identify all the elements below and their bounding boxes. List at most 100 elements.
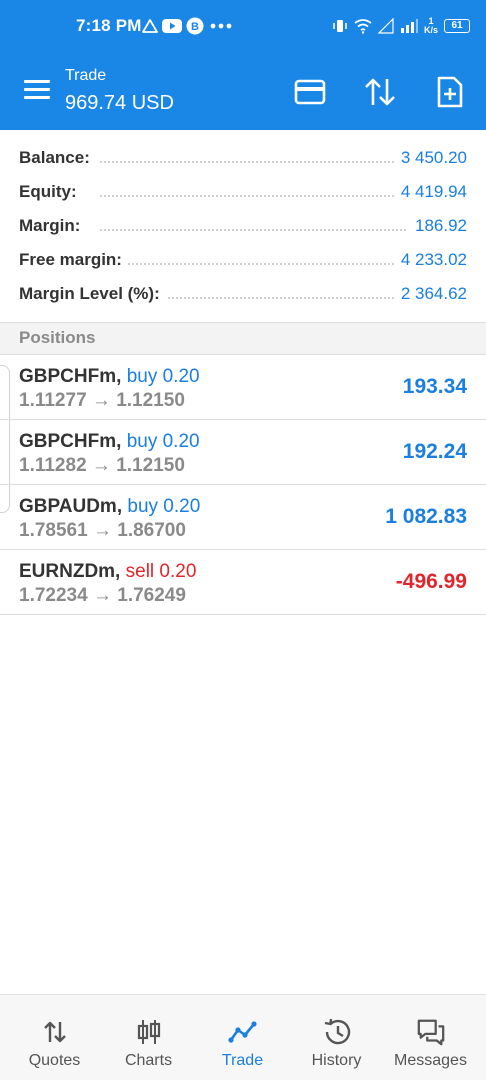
position-side: buy 0.20 (126, 431, 200, 452)
summary-row-margin-level: Margin Level (%): 2 364.62 (0, 276, 486, 310)
app-toolbar: Trade 969.74 USD (0, 52, 486, 130)
open-price: 1.72234 (19, 585, 88, 606)
current-price: 1.86700 (117, 520, 186, 541)
nav-messages-icon-wrap (416, 1017, 446, 1047)
nav-trade-icon-wrap (227, 1017, 258, 1047)
status-time: 7:18 PM (76, 16, 142, 35)
youtube-icon (162, 19, 182, 33)
position-side: buy 0.20 (127, 496, 201, 517)
position-profit: 192.24 (402, 440, 467, 463)
nav-history[interactable]: History (288, 995, 385, 1080)
dotted-leader (100, 161, 406, 163)
position-title: GBPCHFm, buy 0.20 (19, 431, 200, 453)
positions-title: Positions (19, 328, 96, 347)
account-balance-display: 969.74 USD (65, 92, 174, 114)
summary-label: Margin Level (%): (19, 284, 166, 304)
warning-triangle-icon (142, 19, 158, 33)
position-profit: 193.34 (402, 375, 467, 398)
current-price: 1.76249 (117, 585, 186, 606)
position-symbol: EURNZDm, (19, 561, 121, 582)
position-side: sell 0.20 (125, 561, 197, 582)
position-prices: 1.11277 → 1.12150 (19, 390, 185, 412)
summary-value: 4 233.02 (394, 250, 467, 270)
position-prices: 1.72234 → 1.76249 (19, 585, 186, 607)
price-arrow-icon: → (92, 520, 112, 541)
sort-button[interactable] (362, 74, 398, 110)
signal-bars-icon (400, 19, 418, 33)
position-row[interactable]: EURNZDm, sell 0.20 1.72234 → 1.76249 -49… (0, 550, 486, 615)
nav-label: Messages (394, 1052, 467, 1069)
open-price: 1.11282 (19, 455, 87, 476)
menu-icon-bar (24, 96, 50, 99)
vibrate-icon (333, 20, 347, 32)
position-title: GBPCHFm, buy 0.20 (19, 366, 200, 388)
position-profit: 1 082.83 (385, 505, 467, 528)
position-profit: -496.99 (395, 570, 467, 593)
notification-icons: B (142, 15, 234, 37)
positions-list: GBPCHFm, buy 0.20 1.11277 → 1.12150 193.… (0, 355, 486, 615)
price-arrow-icon: → (92, 585, 112, 606)
history-clock-icon (324, 1018, 350, 1045)
summary-label: Free margin: (19, 250, 128, 270)
summary-row-margin: Margin: 186.92 (0, 208, 486, 242)
position-row[interactable]: GBPCHFm, buy 0.20 1.11277 → 1.12150 193.… (0, 355, 486, 420)
open-price: 1.11277 (19, 390, 87, 411)
menu-icon (24, 80, 50, 83)
bitcoin-icon: B (186, 17, 204, 35)
price-arrow-icon: → (91, 455, 111, 476)
nav-label: Quotes (28, 1052, 81, 1069)
summary-value: 2 364.62 (394, 284, 467, 304)
summary-value: 186.92 (409, 216, 467, 236)
position-prices: 1.11282 → 1.12150 (19, 455, 185, 477)
nav-quotes[interactable]: Quotes (6, 995, 103, 1080)
nav-history-icon-wrap (322, 1017, 352, 1047)
summary-label: Equity: (19, 182, 83, 202)
position-symbol: GBPAUDm, (19, 496, 123, 517)
battery-level: 61 (451, 20, 463, 31)
new-order-icon (437, 76, 463, 108)
position-side: buy 0.20 (126, 366, 200, 387)
candlestick-icon (137, 1020, 160, 1044)
svg-text:B: B (191, 21, 199, 33)
net-speed-unit: K/s (423, 25, 438, 35)
sort-arrows-icon (365, 78, 395, 106)
summary-row-free-margin: Free margin: 4 233.02 (0, 242, 486, 276)
page-title: Trade (65, 67, 107, 84)
summary-label: Balance: (19, 148, 96, 168)
nav-charts-icon-wrap (134, 1017, 164, 1047)
position-row[interactable]: GBPCHFm, buy 0.20 1.11282 → 1.12150 192.… (0, 420, 486, 485)
positions-header: Positions (0, 322, 486, 355)
menu-icon-bar (24, 88, 50, 91)
signal-empty-icon (377, 18, 394, 34)
nav-label: History (311, 1052, 362, 1069)
nav-label: Trade (221, 1052, 264, 1069)
position-prices: 1.78561 → 1.86700 (19, 520, 186, 542)
open-price: 1.78561 (19, 520, 88, 541)
battery-icon: 61 (444, 19, 470, 33)
trade-line-icon (227, 1021, 257, 1043)
new-order-button[interactable] (432, 74, 468, 110)
price-arrow-icon: → (91, 390, 111, 411)
nav-charts[interactable]: Charts (100, 995, 197, 1080)
position-symbol: GBPCHFm, (19, 431, 122, 452)
position-title: EURNZDm, sell 0.20 (19, 561, 196, 583)
card-icon (294, 79, 326, 105)
card-button[interactable] (292, 74, 328, 110)
nav-messages[interactable]: Messages (382, 995, 479, 1080)
summary-value: 3 450.20 (394, 148, 467, 168)
summary-row-balance: Balance: 3 450.20 (0, 140, 486, 174)
account-summary: Balance: 3 450.20 Equity: 4 419.94 Margi… (0, 140, 486, 310)
position-title: GBPAUDm, buy 0.20 (19, 496, 200, 518)
quotes-arrows-icon (43, 1021, 66, 1043)
more-dots-icon (210, 23, 232, 29)
dotted-leader (100, 195, 406, 197)
nav-trade[interactable]: Trade (194, 995, 291, 1080)
bottom-nav: Quotes Charts Trade History Messages (0, 994, 486, 1080)
menu-button[interactable] (24, 80, 50, 100)
position-row[interactable]: GBPAUDm, buy 0.20 1.78561 → 1.86700 1 08… (0, 485, 486, 550)
system-icons: 1 K/s 61 (332, 15, 470, 37)
dotted-leader (100, 229, 406, 231)
wifi-icon (354, 19, 372, 34)
nav-label: Charts (124, 1052, 173, 1069)
current-price: 1.12150 (116, 455, 185, 476)
